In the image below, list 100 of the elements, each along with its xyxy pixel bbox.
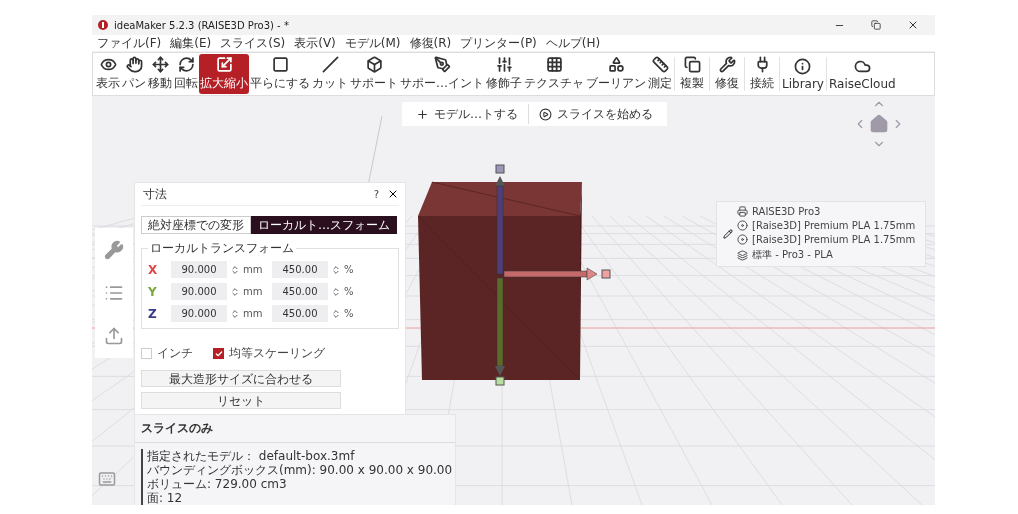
disc-icon: [737, 220, 748, 231]
dialog-button[interactable]: リセット: [141, 392, 341, 409]
menu-item[interactable]: 編集(E): [170, 34, 212, 52]
scale-field[interactable]: 450.00: [272, 305, 328, 322]
pen-icon: [433, 56, 451, 73]
toolbar-button[interactable]: Library: [781, 54, 825, 94]
toolbar-button[interactable]: ブーリアン: [585, 54, 647, 94]
menu-item[interactable]: プリンター(P): [460, 34, 537, 52]
wrench-icon: [718, 56, 736, 73]
spin-arrows-icon[interactable]: [331, 308, 341, 319]
home-icon[interactable]: [869, 114, 889, 134]
tab[interactable]: ローカルト…スフォーム: [251, 216, 397, 234]
checkbox-label[interactable]: インチ: [141, 345, 193, 362]
printer-setting: [Raise3D] Premium PLA 1.75mm: [752, 234, 916, 245]
info-line: 指定されたモデル： default-box.3mf: [147, 449, 356, 463]
dialog-button[interactable]: 最大造形サイズに合わせる: [141, 370, 341, 387]
toolbar-button[interactable]: 回転: [173, 54, 199, 94]
unit-label: %: [344, 264, 354, 275]
info-title: スライスのみ: [135, 415, 455, 443]
box-icon: [365, 56, 383, 73]
z-axis-handle[interactable]: [495, 164, 505, 275]
scale-field[interactable]: 450.00: [272, 283, 328, 300]
axis-label: Z: [148, 306, 158, 321]
unit-label: mm: [243, 308, 264, 319]
axis-label: Y: [148, 284, 158, 299]
menu-item[interactable]: 修復(R): [409, 34, 452, 52]
toolbar-button[interactable]: サポート: [349, 54, 399, 94]
dialog-title: 寸法: [142, 185, 168, 203]
spin-arrows-icon[interactable]: [331, 264, 341, 275]
checkbox-label[interactable]: 均等スケーリング: [213, 345, 325, 362]
toolbar-button[interactable]: 平らにする: [249, 54, 311, 94]
info-line: 面: 12: [147, 491, 184, 505]
toolbar-button[interactable]: 移動: [147, 54, 173, 94]
printer-setting: RAISE3D Pro3: [752, 206, 821, 217]
size-field[interactable]: 90.000: [171, 283, 227, 300]
shapes-icon: [607, 56, 625, 73]
unit-label: mm: [243, 286, 264, 297]
toolbar-button[interactable]: パン: [121, 54, 147, 94]
menu-item[interactable]: ヘルプ(H): [545, 34, 601, 52]
spin-arrows-icon[interactable]: [230, 264, 240, 275]
disc-icon: [737, 234, 748, 245]
upload-icon[interactable]: [104, 326, 124, 347]
slash-icon: [321, 56, 339, 73]
menu-item[interactable]: ファイル(F): [97, 34, 162, 52]
toolbar-button[interactable]: 接続: [746, 54, 778, 94]
unit-label: %: [344, 286, 354, 297]
play-icon: [539, 107, 552, 121]
printer-setting: [Raise3D] Premium PLA 1.75mm: [752, 220, 916, 231]
wrench-icon[interactable]: [104, 239, 124, 260]
tab[interactable]: 絶対座標での変形: [141, 216, 251, 234]
y-axis-handle[interactable]: [495, 277, 505, 386]
pencil-icon[interactable]: [723, 229, 733, 239]
app-logo-icon: [98, 20, 108, 30]
restore-icon[interactable]: [871, 20, 881, 30]
sliders-icon: [495, 56, 513, 73]
checkbox[interactable]: [213, 348, 224, 359]
copy-icon: [683, 56, 701, 73]
toolbar-button[interactable]: サポー…イント: [399, 54, 485, 94]
printer-icon: [737, 206, 748, 217]
info-line: ボリューム: 729.00 cm3: [147, 477, 288, 491]
toolbar-button[interactable]: 測定: [647, 54, 673, 94]
square-icon: [271, 56, 289, 73]
move-arrows-icon: [151, 56, 169, 73]
action-button[interactable]: スライスを始める: [528, 104, 663, 124]
spin-arrows-icon[interactable]: [331, 286, 341, 297]
menu-item[interactable]: モデル(M): [344, 34, 401, 52]
scale-icon: [215, 56, 233, 73]
close-icon[interactable]: [907, 19, 919, 31]
toolbar-button[interactable]: テクスチャ: [523, 54, 585, 94]
x-axis-handle[interactable]: [503, 267, 611, 281]
ruler-icon: [651, 56, 669, 73]
toolbar-button[interactable]: 拡大縮小: [199, 54, 249, 94]
plus-icon: [416, 107, 429, 121]
menu-item[interactable]: 表示(V): [294, 34, 336, 52]
toolbar-button[interactable]: 修飾子: [485, 54, 523, 94]
refresh-icon: [177, 56, 195, 73]
printer-setting: 標準 - Pro3 - PLA: [752, 248, 833, 262]
spin-arrows-icon[interactable]: [230, 308, 240, 319]
close-icon[interactable]: [387, 188, 399, 200]
toolbar-button[interactable]: 修復: [711, 54, 743, 94]
size-field[interactable]: 90.000: [171, 305, 227, 322]
group-label: ローカルトランスフォーム: [149, 240, 295, 257]
grid-icon: [545, 56, 563, 73]
axis-label: X: [148, 262, 159, 277]
action-button[interactable]: モデル…トする: [406, 104, 528, 124]
unit-label: mm: [243, 264, 264, 275]
eye-icon: [99, 56, 117, 73]
size-field[interactable]: 90.000: [171, 261, 227, 278]
toolbar-button[interactable]: RaiseCloud: [827, 54, 897, 94]
toolbar-button[interactable]: カット: [311, 54, 349, 94]
toolbar-button[interactable]: 表示: [95, 54, 121, 94]
spin-arrows-icon[interactable]: [230, 286, 240, 297]
hand-icon: [125, 56, 143, 73]
help-button[interactable]: ?: [373, 188, 379, 200]
scale-field[interactable]: 450.00: [272, 261, 328, 278]
menu-item[interactable]: スライス(S): [220, 34, 286, 52]
keyboard-icon[interactable]: [98, 470, 116, 488]
list-icon[interactable]: [104, 283, 124, 303]
toolbar-button[interactable]: 複製: [676, 54, 708, 94]
info-icon: [794, 57, 812, 75]
